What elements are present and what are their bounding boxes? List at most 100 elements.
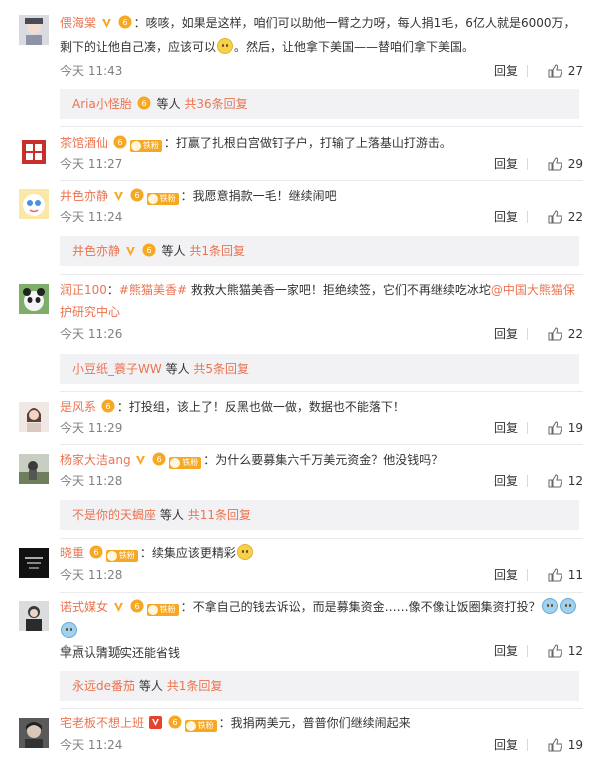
like-button[interactable]: 12	[548, 641, 583, 661]
reply-username[interactable]: 小豆纸_蓑子WW	[72, 362, 162, 376]
divider	[60, 538, 583, 539]
vip-badge-icon: 6	[118, 14, 133, 36]
avatar[interactable]	[19, 601, 49, 631]
reply-button[interactable]: 回复	[494, 418, 518, 438]
reply-thread[interactable]: 井色亦静 6 等人 共1条回复	[60, 236, 579, 266]
comment-text: ：不拿自己的钱去诉讼，而是募集资金……像不像让饭圈集资打投？	[180, 600, 541, 614]
avatar[interactable]	[19, 454, 49, 484]
avatar[interactable]	[19, 15, 49, 45]
comment-text: ：我捐两美元，普普你们继续闹起来	[218, 716, 411, 730]
smile-emoji-icon	[217, 38, 234, 54]
fans-badge: 铁粉	[146, 193, 179, 205]
like-count: 27	[567, 64, 583, 78]
reply-thread[interactable]: Aria小怪胎 6 等人 共36条回复	[60, 89, 579, 119]
more-replies-link[interactable]: 共1条回复	[167, 679, 223, 693]
fans-badge: 铁粉	[146, 604, 179, 616]
like-count: 12	[567, 474, 583, 488]
reply-thread[interactable]: 永远de番茄 等人 共1条回复	[60, 671, 579, 701]
like-button[interactable]: 12	[548, 471, 583, 491]
divider	[527, 211, 528, 223]
avatar[interactable]	[19, 284, 49, 314]
reply-button[interactable]: 回复	[494, 154, 518, 174]
reply-button[interactable]: 回复	[494, 61, 518, 81]
vip-red-v-icon	[148, 714, 162, 736]
avatar[interactable]	[19, 548, 49, 578]
thumbs-up-icon	[548, 327, 563, 341]
svg-text:6: 6	[146, 246, 151, 255]
topic-hashtag-link[interactable]: #熊猫美香#	[119, 283, 187, 297]
divider	[60, 126, 583, 127]
thumbs-up-icon	[548, 157, 563, 171]
svg-text:6: 6	[134, 191, 139, 200]
username[interactable]: 茶馆酒仙	[60, 136, 108, 150]
reply-button[interactable]: 回复	[494, 207, 518, 227]
vip-badge-icon: 6	[89, 544, 104, 566]
verified-v-icon	[113, 187, 124, 209]
reply-button[interactable]: 回复	[494, 324, 518, 344]
like-count: 29	[567, 157, 583, 171]
username[interactable]: 晓重	[60, 546, 84, 560]
reply-button[interactable]: 回复	[494, 565, 518, 585]
like-button[interactable]: 27	[548, 61, 583, 81]
like-button[interactable]: 19	[548, 735, 583, 755]
timestamp: 今天 11:24	[60, 738, 123, 752]
timestamp: 今天 11:27	[60, 157, 123, 171]
username[interactable]: 诺式媒女	[60, 600, 108, 614]
verified-v-icon	[135, 451, 146, 473]
colon: ：	[106, 283, 119, 297]
like-button[interactable]: 22	[548, 207, 583, 227]
divider	[527, 422, 528, 434]
username[interactable]: 是风系	[60, 400, 96, 414]
reply-thread[interactable]: 不是你的天蝎座 等人 共11条回复	[60, 500, 579, 530]
more-replies-link[interactable]: 共1条回复	[189, 244, 245, 258]
reply-button[interactable]: 回复	[494, 735, 518, 755]
comment-text: ：我愿意捐款一毛！继续闹吧	[180, 189, 337, 203]
like-button[interactable]: 29	[548, 154, 583, 174]
timestamp: 今天 11:26	[60, 327, 123, 341]
comment-text-2: 。然后，让他拿下美国——替咱们拿下美国。	[234, 40, 475, 54]
vip-badge-icon: 6	[168, 714, 183, 736]
username[interactable]: 杨家大洁ang	[60, 453, 131, 467]
username[interactable]: 井色亦静	[60, 189, 108, 203]
reply-thread[interactable]: 小豆纸_蓑子WW 等人 共5条回复	[60, 354, 579, 384]
divider	[527, 65, 528, 77]
avatar[interactable]	[19, 718, 49, 748]
fans-badge: 铁粉	[105, 550, 138, 562]
avatar[interactable]	[19, 402, 49, 432]
like-count: 22	[567, 210, 583, 224]
thumbs-up-icon	[548, 210, 563, 224]
divider	[527, 645, 528, 657]
username[interactable]: 偎海棠	[60, 16, 96, 30]
divider	[60, 274, 583, 275]
reply-username[interactable]: 井色亦静	[72, 244, 120, 258]
like-count: 19	[567, 421, 583, 435]
divider	[60, 180, 583, 181]
svg-text:6: 6	[157, 455, 162, 464]
like-button[interactable]: 22	[548, 324, 583, 344]
username[interactable]: 宅老板不想上班	[60, 716, 144, 730]
like-button[interactable]: 19	[548, 418, 583, 438]
svg-text:6: 6	[134, 602, 139, 611]
avatar[interactable]	[19, 189, 49, 219]
thumbs-up-icon	[548, 738, 563, 752]
more-replies-link[interactable]: 共36条回复	[184, 97, 247, 111]
more-replies-link[interactable]: 共11条回复	[188, 508, 251, 522]
more-replies-link[interactable]: 共5条回复	[193, 362, 249, 376]
svg-text:6: 6	[172, 718, 177, 727]
reply-username[interactable]: Aria小怪胎	[72, 97, 132, 111]
reply-username[interactable]: 永远de番茄	[72, 679, 135, 693]
reply-username[interactable]: 不是你的天蝎座	[72, 508, 156, 522]
avatar[interactable]	[19, 137, 49, 167]
reply-button[interactable]: 回复	[494, 471, 518, 491]
comment-text: ：为什么要募集六千万美元资金？他没钱吗？	[203, 453, 444, 467]
divider	[527, 739, 528, 751]
like-button[interactable]: 11	[548, 565, 583, 585]
reply-mid-text: 等人	[138, 679, 163, 693]
reply-button[interactable]: 回复	[494, 641, 518, 661]
reply-mid-text: 等人	[161, 244, 186, 258]
username[interactable]: 润正100	[60, 283, 107, 297]
vip-badge-icon: 6	[130, 187, 145, 209]
svg-text:6: 6	[141, 99, 146, 108]
reply-mid-text: 等人	[159, 508, 184, 522]
timestamp: 今天 15:15	[60, 644, 123, 658]
